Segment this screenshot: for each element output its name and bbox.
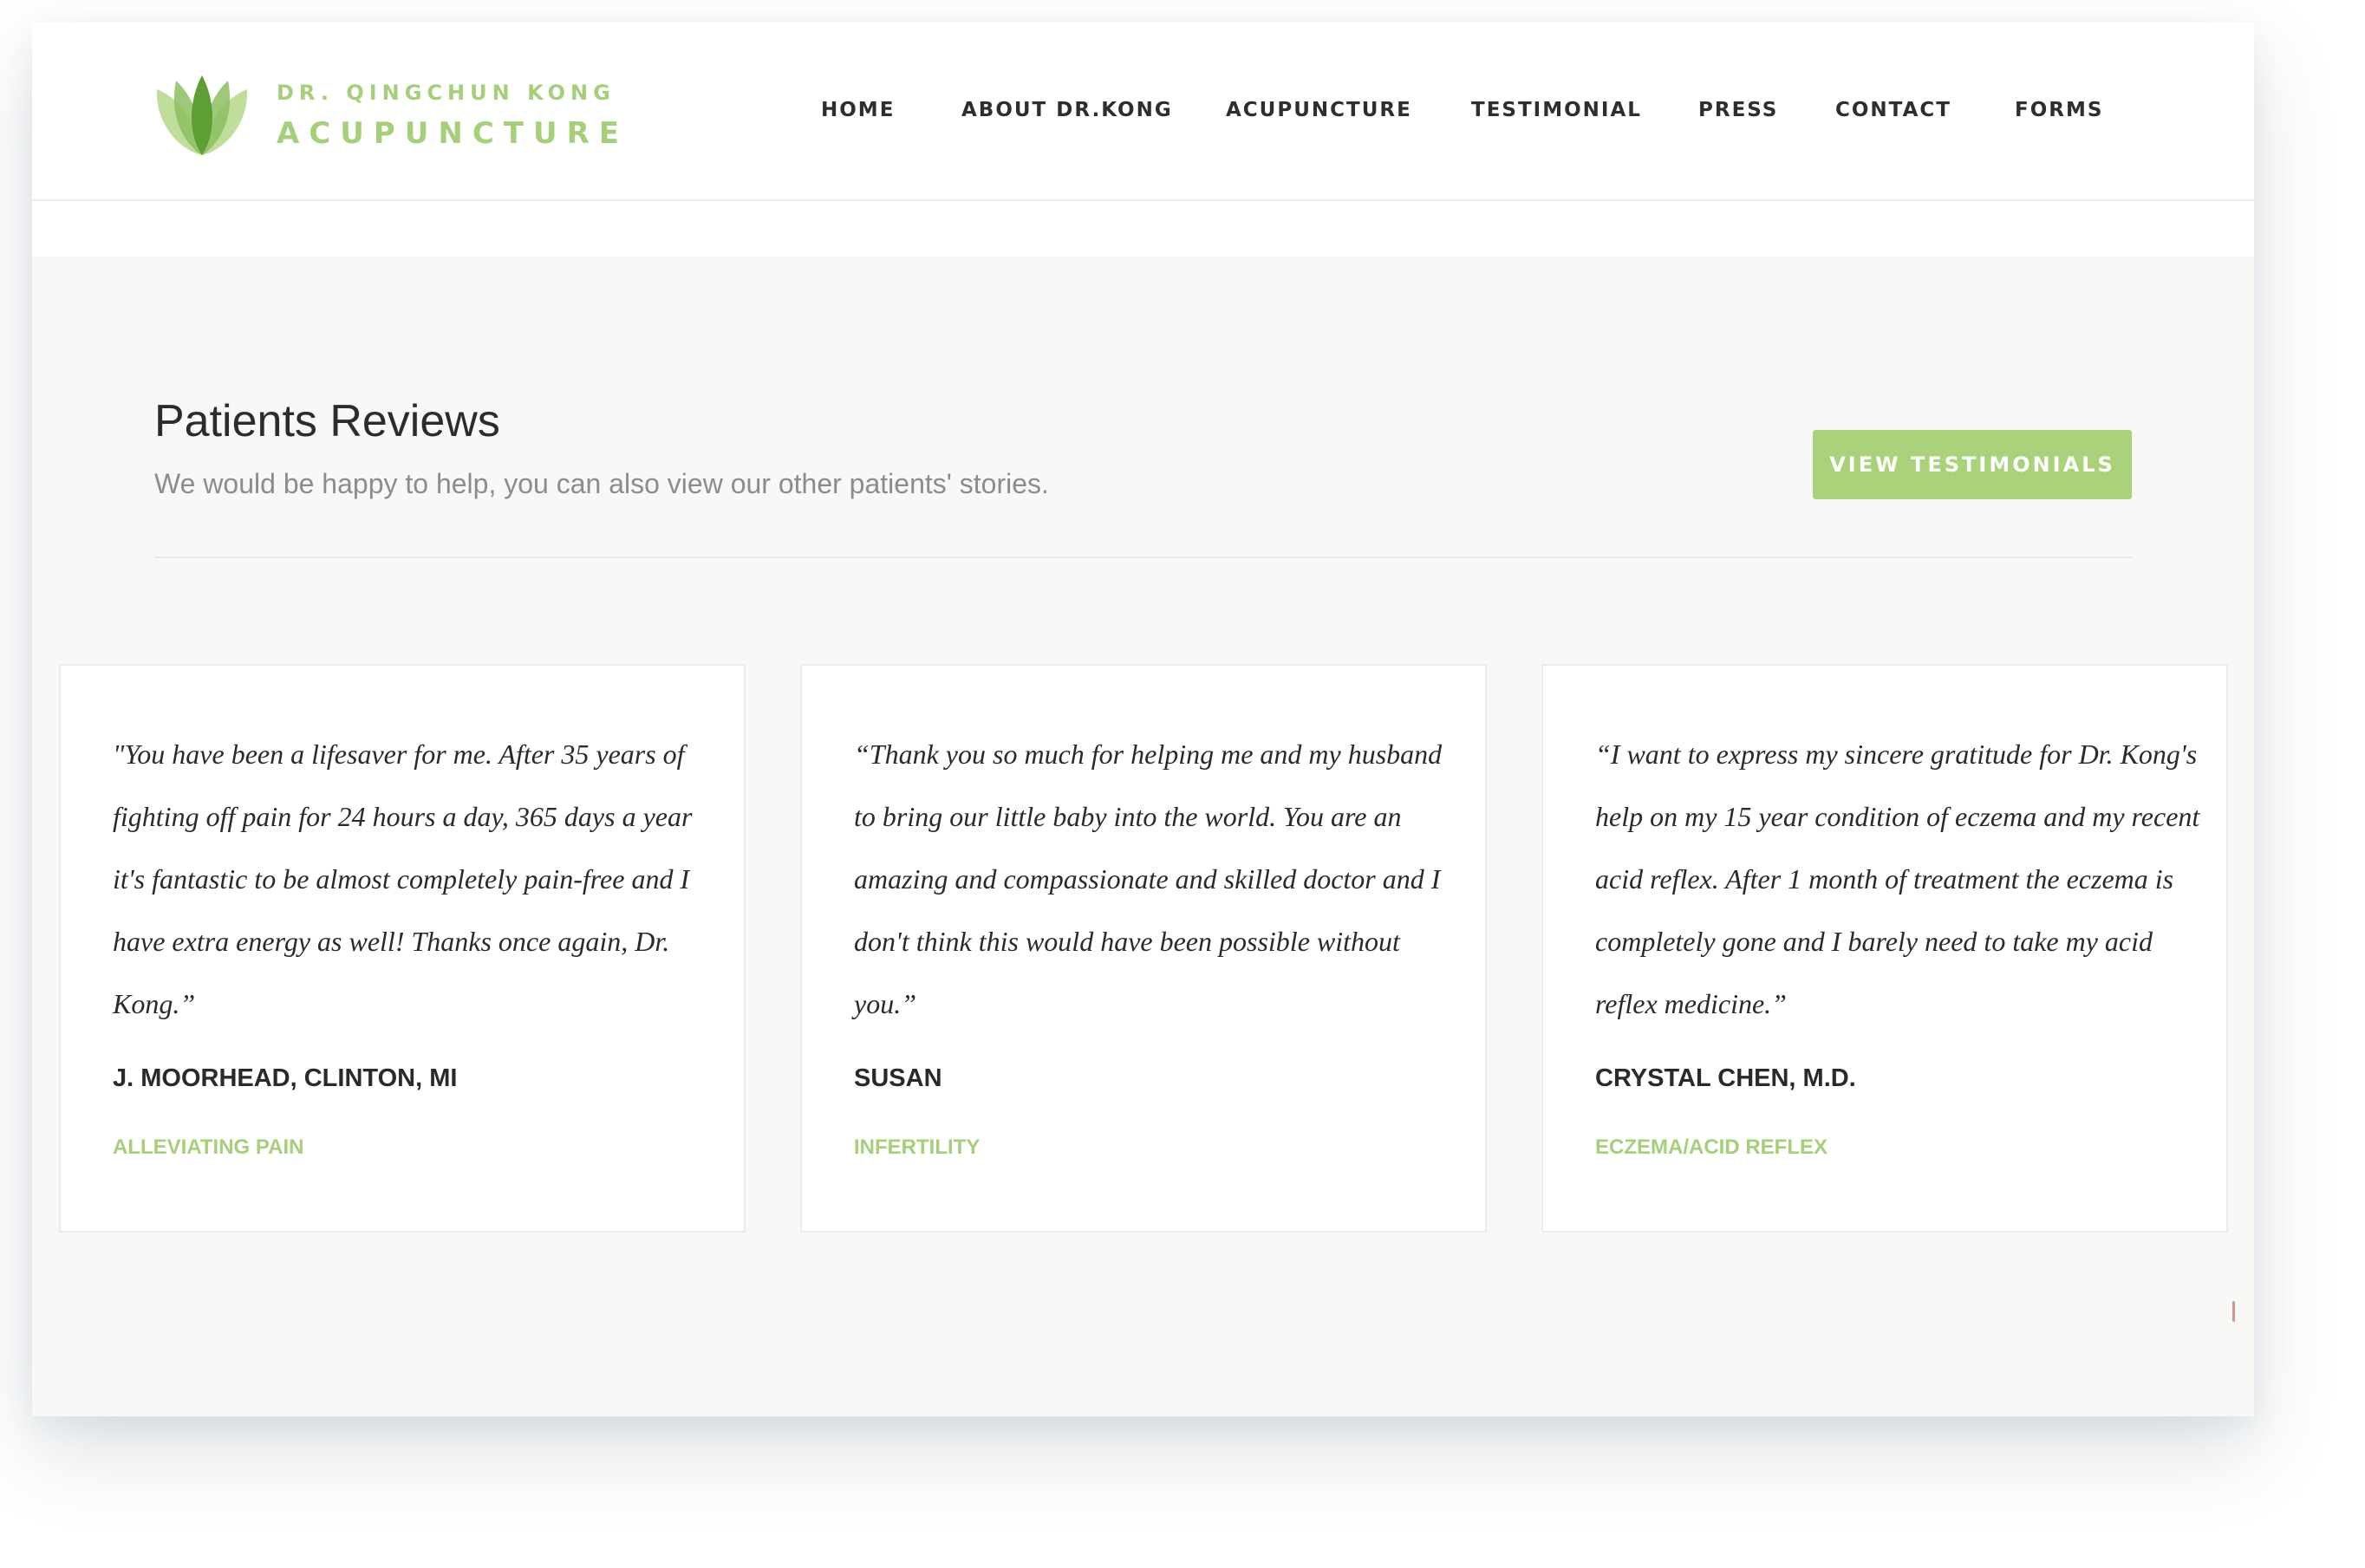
nav-contact[interactable]: CONTACT <box>1835 99 1951 121</box>
nav-acupuncture[interactable]: ACUPUNCTURE <box>1226 99 1412 121</box>
review-quote: “I want to express my sincere gratitude … <box>1595 738 2200 1019</box>
view-testimonials-button[interactable]: VIEW TESTIMONIALS <box>1813 430 2132 499</box>
review-author: J. MOORHEAD, CLINTON, MI <box>113 1064 458 1092</box>
review-quote: “Thank you so much for helping me and my… <box>854 738 1443 1019</box>
reviews-title: Patients Reviews <box>154 396 500 446</box>
site-header: DR. QINGCHUN KONG ACUPUNCTURE HOME ABOUT… <box>32 23 2254 201</box>
nav-press[interactable]: PRESS <box>1698 99 1778 121</box>
review-card: "You have been a lifesaver for me. After… <box>59 664 746 1233</box>
review-quote: "You have been a lifesaver for me. After… <box>113 738 693 1019</box>
review-category-link[interactable]: ECZEMA/ACID REFLEX <box>1595 1135 1828 1160</box>
website-window: DR. QINGCHUN KONG ACUPUNCTURE HOME ABOUT… <box>32 23 2254 1416</box>
nav-forms[interactable]: FORMS <box>2015 99 2103 121</box>
reviews-subtitle: We would be happy to help, you can also … <box>154 468 1049 499</box>
nav-home[interactable]: HOME <box>821 99 895 121</box>
review-author: CRYSTAL CHEN, M.D. <box>1595 1064 1856 1092</box>
review-category-link[interactable]: INFERTILITY <box>854 1135 980 1160</box>
review-category-link[interactable]: ALLEVIATING PAIN <box>113 1135 303 1160</box>
review-card: “Thank you so much for helping me and my… <box>800 664 1487 1233</box>
review-author: SUSAN <box>854 1064 942 1092</box>
section-divider <box>154 556 2132 558</box>
main-nav: HOME ABOUT DR.KONG ACUPUNCTURE TESTIMONI… <box>32 99 2254 133</box>
review-card: “I want to express my sincere gratitude … <box>1541 664 2228 1233</box>
nav-testimonial[interactable]: TESTIMONIAL <box>1471 99 1642 121</box>
nav-about[interactable]: ABOUT DR.KONG <box>961 99 1173 121</box>
header-spacer <box>32 201 2254 257</box>
scroll-marker <box>2232 1301 2235 1322</box>
